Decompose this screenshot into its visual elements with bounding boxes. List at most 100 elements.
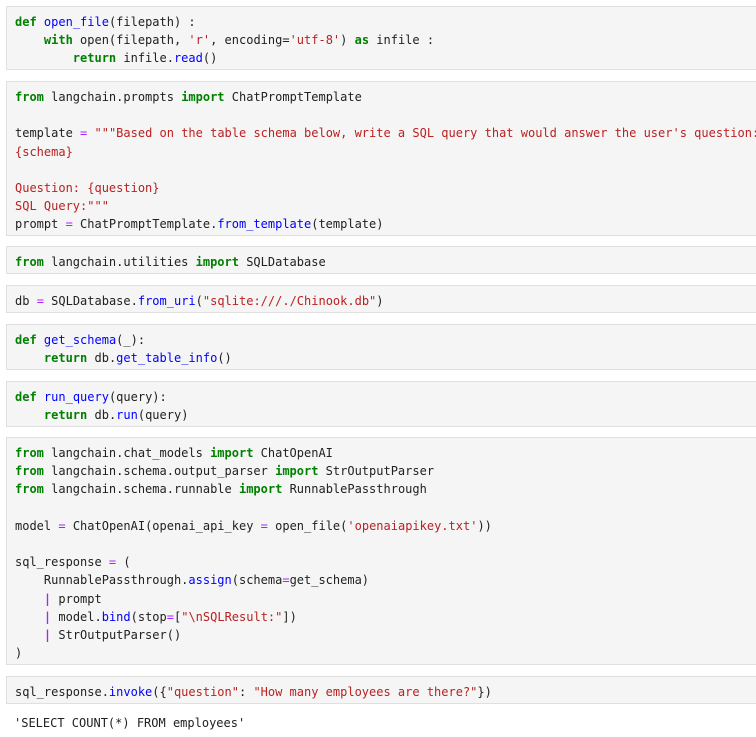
code-token: langchain.utilities: [43, 255, 196, 269]
code-line: model = ChatOpenAI(openai_api_key = open…: [15, 517, 756, 535]
code-token: =: [58, 518, 66, 533]
code-token: from: [15, 464, 44, 479]
code-token: open_file: [43, 15, 109, 29]
code-cell-run-query[interactable]: def run_query(query): return db.run(quer…: [6, 381, 756, 427]
code-token: }): [477, 685, 492, 699]
code-token: def: [15, 15, 37, 29]
code-token: =: [65, 217, 73, 232]
code-token: (stop: [130, 609, 167, 624]
code-token: infile :: [369, 33, 435, 48]
code-token: =: [282, 573, 290, 588]
code-line: Question: {question}: [15, 179, 756, 197]
code-line: sql_response = (: [15, 553, 756, 571]
code-token: return: [72, 51, 117, 66]
code-token: from: [15, 255, 44, 269]
code-token: (: [195, 294, 203, 308]
code-cell-get-schema[interactable]: def get_schema(_): return db.get_table_i…: [6, 324, 756, 370]
code-line: from langchain.chat_models import ChatOp…: [15, 444, 756, 462]
code-token: :: [238, 685, 254, 699]
code-cell-import-sqldatabase[interactable]: from langchain.utilities import SQLDatab…: [6, 246, 756, 274]
code-token: ): [15, 646, 23, 661]
code-token: import: [275, 464, 319, 479]
code-token: from: [15, 482, 44, 497]
code-token: template: [15, 126, 81, 141]
code-cell-db[interactable]: db = SQLDatabase.from_uri("sqlite:///./C…: [6, 285, 756, 313]
code-token: SQL Query:""": [15, 199, 109, 214]
code-token: ({: [152, 685, 167, 699]
code-token: 'utf-8': [289, 33, 341, 48]
code-token: ): [376, 294, 384, 308]
code-token: SQLDatabase.: [43, 294, 138, 308]
code-token: =: [260, 518, 268, 533]
code-token: prompt: [15, 217, 66, 232]
code-token: StrOutputParser(): [51, 627, 182, 642]
code-token: RunnablePassthrough: [282, 482, 427, 497]
code-token: ]): [282, 609, 297, 624]
code-token: invoke: [108, 685, 153, 699]
code-token: (_):: [116, 333, 146, 347]
code-token: assign: [188, 573, 232, 588]
code-line: prompt = ChatPromptTemplate.from_templat…: [15, 215, 756, 233]
code-token: )): [477, 518, 492, 533]
code-token: from: [15, 446, 44, 460]
code-token: (template): [311, 217, 384, 232]
code-line: return db.run(query): [15, 406, 756, 424]
code-token: run_query: [43, 390, 109, 404]
code-line: from langchain.prompts import ChatPrompt…: [15, 88, 756, 106]
code-line: RunnablePassthrough.assign(schema=get_sc…: [15, 571, 756, 589]
code-line: def open_file(filepath) :: [15, 13, 756, 31]
code-token: "question": [166, 685, 239, 699]
code-token: """Based on the table schema below, writ…: [94, 126, 756, 141]
code-cell-invoke[interactable]: sql_response.invoke({"question": "How ma…: [6, 676, 756, 704]
code-cell-open-file[interactable]: def open_file(filepath) : with open(file…: [6, 6, 756, 70]
code-token: ChatPromptTemplate: [224, 90, 362, 104]
code-token: run: [116, 408, 138, 423]
code-token: (query): [137, 408, 189, 423]
code-token: =: [166, 609, 174, 624]
code-token: from: [15, 90, 44, 104]
code-token: from_uri: [137, 294, 196, 308]
code-line: with open(filepath, 'r', encoding='utf-8…: [15, 31, 756, 49]
code-token: import: [195, 255, 239, 269]
code-token: (schema: [231, 573, 283, 588]
code-token: open(filepath,: [72, 33, 189, 48]
code-line: def get_schema(_):: [15, 331, 756, 349]
code-line: from langchain.schema.output_parser impo…: [15, 462, 756, 480]
code-line: ): [15, 644, 756, 662]
code-token: import: [238, 482, 283, 497]
code-token: langchain.prompts: [43, 90, 182, 104]
code-line: db = SQLDatabase.from_uri("sqlite:///./C…: [15, 292, 756, 310]
code-token: def: [15, 333, 37, 347]
code-token: import: [181, 90, 225, 104]
code-line: from langchain.utilities import SQLDatab…: [15, 253, 756, 271]
code-token: 'openaiapikey.txt': [347, 518, 478, 533]
code-token: db.: [87, 408, 117, 423]
code-token: def: [15, 390, 37, 404]
code-line: | StrOutputParser(): [15, 626, 756, 644]
code-token: (query):: [108, 390, 167, 404]
code-token: , encoding=: [210, 33, 290, 48]
code-token: 'r': [188, 33, 211, 48]
code-token: RunnablePassthrough.: [15, 573, 189, 588]
code-token: db.: [87, 351, 117, 366]
code-token: read: [173, 51, 203, 66]
code-token: =: [36, 294, 44, 308]
code-cell-sql-response[interactable]: from langchain.chat_models import ChatOp…: [6, 437, 756, 665]
code-token: db: [15, 294, 37, 308]
code-token: ChatOpenAI(openai_api_key: [65, 518, 261, 533]
code-line: sql_response.invoke({"question": "How ma…: [15, 683, 756, 701]
code-cell-prompt-template[interactable]: from langchain.prompts import ChatPrompt…: [6, 81, 756, 236]
code-line: SQL Query:""": [15, 197, 756, 215]
code-token: SQLDatabase: [238, 255, 326, 269]
code-token: (): [202, 51, 218, 66]
code-token: sql_response.: [15, 685, 109, 699]
code-token: return: [43, 408, 88, 423]
